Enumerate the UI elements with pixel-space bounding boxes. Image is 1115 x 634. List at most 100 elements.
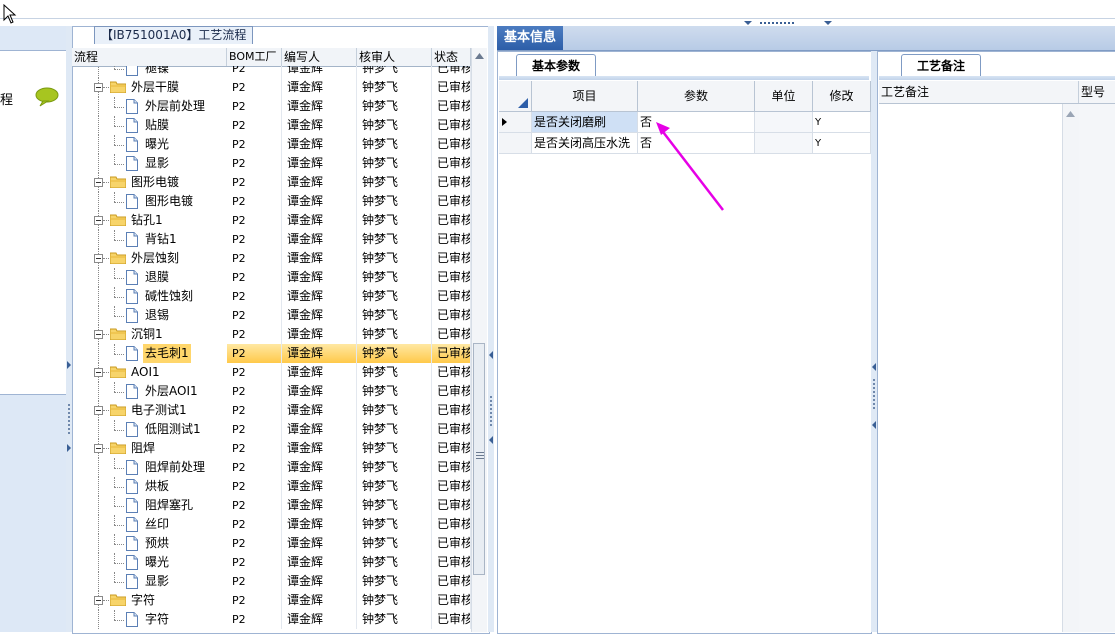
folder-icon bbox=[110, 252, 126, 264]
tree-row[interactable]: 烘板 P2 谭金辉 钟梦飞 已审核 bbox=[72, 477, 471, 496]
collapse-toggle-icon[interactable] bbox=[94, 216, 103, 225]
tree-row[interactable]: 图形电镀 P2 谭金辉 钟梦飞 已审核 bbox=[72, 192, 471, 211]
tree-scrollbar[interactable] bbox=[471, 48, 487, 632]
scroll-up-icon[interactable] bbox=[1066, 111, 1075, 117]
tree-row[interactable]: 退锡 P2 谭金辉 钟梦飞 已审核 bbox=[72, 306, 471, 325]
tree-node[interactable]: 字符 bbox=[72, 610, 227, 629]
column-header-writer[interactable]: 编写人 bbox=[282, 48, 357, 66]
tree-connector bbox=[98, 306, 99, 325]
factory-cell: P2 bbox=[227, 78, 282, 97]
tree-row[interactable]: 贴膜 P2 谭金辉 钟梦飞 已审核 bbox=[72, 116, 471, 135]
tree-node[interactable]: 退膜 bbox=[72, 268, 227, 287]
document-icon bbox=[126, 118, 138, 133]
remarks-scrollbar[interactable] bbox=[1062, 104, 1079, 632]
tree-node[interactable]: 阻焊前处理 bbox=[72, 458, 227, 477]
tree-node[interactable]: 钻孔1 bbox=[72, 211, 227, 230]
tree-node[interactable]: 外层干膜 bbox=[72, 78, 227, 97]
tree-row[interactable]: 低阻测试1 P2 谭金辉 钟梦飞 已审核 bbox=[72, 420, 471, 439]
tree-row[interactable]: 显影 P2 谭金辉 钟梦飞 已审核 bbox=[72, 572, 471, 591]
collapse-toggle-icon[interactable] bbox=[94, 178, 103, 187]
tree-node[interactable]: 贴膜 bbox=[72, 116, 227, 135]
tree-row[interactable]: 电子测试1 P2 谭金辉 钟梦飞 已审核 bbox=[72, 401, 471, 420]
tree-node[interactable]: 预烘 bbox=[72, 534, 227, 553]
tree-node[interactable]: 曝光 bbox=[72, 135, 227, 154]
column-header-remarks[interactable]: 工艺备注 bbox=[879, 81, 1079, 103]
tree-node[interactable]: 外层蚀刻 bbox=[72, 249, 227, 268]
tree-row[interactable]: 预烘 P2 谭金辉 钟梦飞 已审核 bbox=[72, 534, 471, 553]
tree-row[interactable]: 外层蚀刻 P2 谭金辉 钟梦飞 已审核 bbox=[72, 249, 471, 268]
model-remarks-area[interactable] bbox=[1079, 104, 1115, 632]
tree-node[interactable]: 电子测试1 bbox=[72, 401, 227, 420]
tree-row[interactable]: 字符 P2 谭金辉 钟梦飞 已审核 bbox=[72, 610, 471, 629]
tree-row[interactable]: 阻焊塞孔 P2 谭金辉 钟梦飞 已审核 bbox=[72, 496, 471, 515]
tree-node[interactable]: 阻焊 bbox=[72, 439, 227, 458]
tree-row[interactable]: 外层AOI1 P2 谭金辉 钟梦飞 已审核 bbox=[72, 382, 471, 401]
tree-node[interactable]: 外层前处理 bbox=[72, 97, 227, 116]
tree-row[interactable]: 字符 P2 谭金辉 钟梦飞 已审核 bbox=[72, 591, 471, 610]
tree-node[interactable]: 沉铜1 bbox=[72, 325, 227, 344]
tree-row[interactable]: 显影 P2 谭金辉 钟梦飞 已审核 bbox=[72, 154, 471, 173]
tree-row[interactable]: 图形电镀 P2 谭金辉 钟梦飞 已审核 bbox=[72, 173, 471, 192]
tree-row[interactable]: 曝光 P2 谭金辉 钟梦飞 已审核 bbox=[72, 553, 471, 572]
tree-node[interactable]: 去毛刺1 bbox=[72, 344, 227, 363]
tree-row[interactable]: 退膜 P2 谭金辉 钟梦飞 已审核 bbox=[72, 268, 471, 287]
middle-splitter[interactable] bbox=[488, 26, 494, 632]
column-header-modify[interactable]: 修改 bbox=[813, 81, 871, 112]
column-header-model-remarks[interactable]: 型号备 bbox=[1079, 81, 1115, 121]
tree-node[interactable]: 字符 bbox=[72, 591, 227, 610]
tree-row[interactable]: 去毛刺1 P2 谭金辉 钟梦飞 已审核 bbox=[72, 344, 471, 363]
collapse-toggle-icon[interactable] bbox=[94, 406, 103, 415]
tree-row[interactable]: 曝光 P2 谭金辉 钟梦飞 已审核 bbox=[72, 135, 471, 154]
tree-row[interactable]: 褪镍 P2 谭金辉 钟梦飞 已审核 bbox=[72, 66, 471, 78]
collapse-toggle-icon[interactable] bbox=[94, 83, 103, 92]
collapse-toggle-icon[interactable] bbox=[94, 444, 103, 453]
tab-remarks[interactable]: 工艺备注 bbox=[901, 54, 981, 77]
column-header-process[interactable]: 流程 bbox=[72, 48, 227, 66]
tree-row[interactable]: 背钻1 P2 谭金辉 钟梦飞 已审核 bbox=[72, 230, 471, 249]
column-header-status[interactable]: 状态 bbox=[432, 48, 471, 66]
tab-basic-params[interactable]: 基本参数 bbox=[516, 54, 596, 77]
row-indicator[interactable] bbox=[499, 133, 532, 154]
tree-node[interactable]: 显影 bbox=[72, 572, 227, 591]
column-header-reviewer[interactable]: 核审人 bbox=[357, 48, 432, 66]
tree-node[interactable]: 低阻测试1 bbox=[72, 420, 227, 439]
tree-node[interactable]: 丝印 bbox=[72, 515, 227, 534]
tree-row[interactable]: 钻孔1 P2 谭金辉 钟梦飞 已审核 bbox=[72, 211, 471, 230]
collapse-toggle-icon[interactable] bbox=[94, 596, 103, 605]
collapse-toggle-icon[interactable] bbox=[94, 254, 103, 263]
column-header-item[interactable]: 项目 bbox=[532, 81, 638, 112]
remarks-text-area[interactable] bbox=[879, 104, 1079, 632]
column-header-param[interactable]: 参数 bbox=[638, 81, 755, 112]
collapse-toggle-icon[interactable] bbox=[94, 368, 103, 377]
tree-node[interactable]: 曝光 bbox=[72, 553, 227, 572]
tree-node-label: 电子测试1 bbox=[131, 403, 187, 417]
tree-row[interactable]: 阻焊 P2 谭金辉 钟梦飞 已审核 bbox=[72, 439, 471, 458]
tree-node[interactable]: 褪镍 bbox=[72, 66, 227, 78]
tree-row[interactable]: 外层前处理 P2 谭金辉 钟梦飞 已审核 bbox=[72, 97, 471, 116]
tree-node[interactable]: 阻焊塞孔 bbox=[72, 496, 227, 515]
tree-row[interactable]: 碱性蚀刻 P2 谭金辉 钟梦飞 已审核 bbox=[72, 287, 471, 306]
comment-icon[interactable] bbox=[34, 87, 60, 107]
collapse-toggle-icon[interactable] bbox=[94, 330, 103, 339]
tree-node[interactable]: 烘板 bbox=[72, 477, 227, 496]
tree-node[interactable]: 图形电镀 bbox=[72, 192, 227, 211]
column-header-bom-factory[interactable]: BOM工厂 bbox=[227, 48, 282, 66]
tree-row[interactable]: AOI1 P2 谭金辉 钟梦飞 已审核 bbox=[72, 363, 471, 382]
scroll-thumb[interactable] bbox=[473, 343, 485, 575]
scroll-up-icon[interactable] bbox=[475, 53, 484, 59]
column-header-unit[interactable]: 单位 bbox=[755, 81, 813, 112]
tree-node[interactable]: AOI1 bbox=[72, 363, 227, 382]
tree-row[interactable]: 阻焊前处理 P2 谭金辉 钟梦飞 已审核 bbox=[72, 458, 471, 477]
tree-row[interactable]: 沉铜1 P2 谭金辉 钟梦飞 已审核 bbox=[72, 325, 471, 344]
row-indicator[interactable] bbox=[499, 112, 532, 133]
tree-node[interactable]: 退锡 bbox=[72, 306, 227, 325]
tab-basic-info[interactable]: 基本信息 bbox=[497, 26, 564, 50]
tree-row[interactable]: 外层干膜 P2 谭金辉 钟梦飞 已审核 bbox=[72, 78, 471, 97]
tree-node[interactable]: 显影 bbox=[72, 154, 227, 173]
tree-row[interactable]: 丝印 P2 谭金辉 钟梦飞 已审核 bbox=[72, 515, 471, 534]
tree-node[interactable]: 背钻1 bbox=[72, 230, 227, 249]
tree-node[interactable]: 碱性蚀刻 bbox=[72, 287, 227, 306]
tree-node[interactable]: 外层AOI1 bbox=[72, 382, 227, 401]
tree-node[interactable]: 图形电镀 bbox=[72, 173, 227, 192]
grid-corner[interactable] bbox=[499, 81, 532, 112]
